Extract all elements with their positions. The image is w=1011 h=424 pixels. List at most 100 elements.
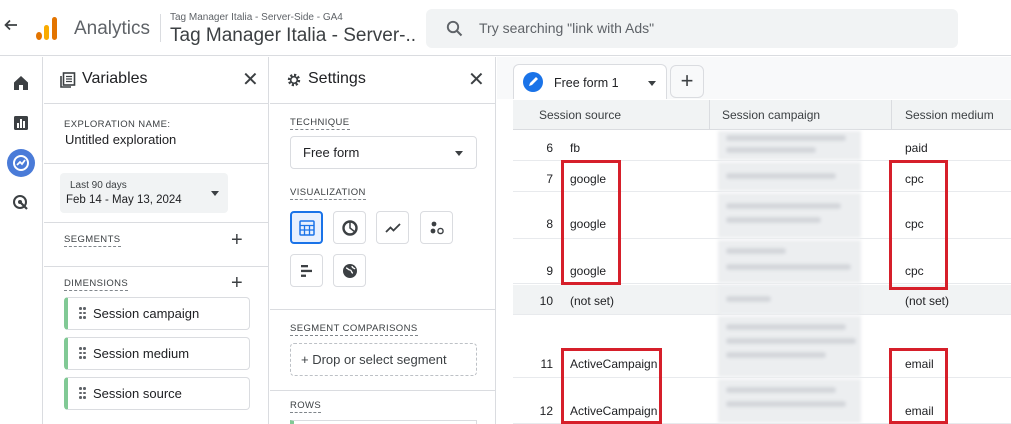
table-row[interactable]: 6 fb paid <box>513 131 1011 161</box>
divider <box>44 266 268 267</box>
rows-label: ROWS <box>290 400 322 413</box>
dimension-label: Session source <box>93 386 182 401</box>
technique-label: TECHNIQUE <box>290 117 350 130</box>
top-bar: Analytics Tag Manager Italia - Server-Si… <box>0 0 1011 56</box>
column-divider <box>891 100 892 129</box>
table-icon[interactable] <box>290 211 323 244</box>
exploration-canvas: Free form 1 + Session source Session cam… <box>497 57 1011 424</box>
dimension-chip-session-source[interactable]: Session source <box>64 377 250 410</box>
visualization-label: VISUALIZATION <box>290 187 366 200</box>
drag-handle-icon[interactable] <box>79 387 87 399</box>
divider <box>270 103 495 104</box>
search-input[interactable]: Try searching "link with Ads" <box>479 20 654 36</box>
blurred-campaign-cell <box>718 193 861 238</box>
close-icon[interactable]: ✕ <box>468 70 485 90</box>
home-icon[interactable] <box>7 69 35 97</box>
scatter-chart-icon[interactable] <box>420 211 453 244</box>
highlight-box-google <box>561 160 621 285</box>
geo-map-icon[interactable] <box>333 254 366 287</box>
blurred-campaign-cell <box>718 285 861 314</box>
divider <box>160 14 161 42</box>
property-selector[interactable]: Tag Manager Italia - Server-... <box>170 25 415 47</box>
variables-header: Variables ✕ <box>44 57 268 103</box>
chevron-down-icon[interactable] <box>648 81 656 86</box>
column-divider <box>709 100 710 129</box>
row-index: 8 <box>546 217 553 231</box>
settings-header: Settings ✕ <box>270 57 495 103</box>
exploration-name-label: EXPLORATION NAME: <box>64 119 171 130</box>
row-index: 9 <box>546 264 553 278</box>
divider <box>44 222 268 223</box>
drop-segment-target[interactable]: + Drop or select segment <box>290 343 477 376</box>
date-range-selector[interactable]: Last 90 days Feb 14 - May 13, 2024 <box>60 173 228 213</box>
segment-comparisons-label: SEGMENT COMPARISONS <box>290 323 418 336</box>
column-header-session-medium[interactable]: Session medium <box>905 108 994 122</box>
highlight-box-activecampaign <box>561 348 662 424</box>
blurred-campaign-cell <box>718 316 861 377</box>
search-icon <box>446 20 463 37</box>
highlight-box-email <box>889 348 948 424</box>
dimension-chip-session-medium[interactable]: Session medium <box>64 337 250 370</box>
explore-icon[interactable] <box>7 149 35 177</box>
rows-drop-target[interactable] <box>290 420 477 424</box>
chevron-down-icon <box>455 151 463 156</box>
reports-icon[interactable] <box>7 109 35 137</box>
settings-title: Settings <box>308 70 366 87</box>
arrow-left-icon[interactable] <box>2 18 20 38</box>
date-range-value: Feb 14 - May 13, 2024 <box>66 194 182 206</box>
drop-segment-label: + Drop or select segment <box>301 352 447 367</box>
settings-panel: Settings ✕ TECHNIQUE Free form VISUALIZA… <box>270 57 496 424</box>
bar-chart-icon[interactable] <box>290 254 323 287</box>
session-medium-cell: paid <box>905 141 928 155</box>
divider <box>44 103 268 104</box>
row-index: 6 <box>546 141 553 155</box>
close-icon[interactable]: ✕ <box>242 70 259 90</box>
technique-select[interactable]: Free form <box>290 136 477 169</box>
line-chart-icon[interactable] <box>376 211 409 244</box>
donut-chart-icon[interactable] <box>333 211 366 244</box>
gear-icon <box>287 73 301 87</box>
blurred-campaign-cell <box>718 240 861 283</box>
dimension-label: Session campaign <box>93 306 200 321</box>
column-header-session-source[interactable]: Session source <box>539 108 621 122</box>
add-segment-icon[interactable]: + <box>231 230 243 250</box>
add-dimension-icon[interactable]: + <box>231 273 243 293</box>
analytics-logo-icon[interactable] <box>36 16 58 40</box>
session-medium-cell: (not set) <box>905 294 950 308</box>
blurred-campaign-cell <box>718 162 861 191</box>
blurred-campaign-cell <box>718 131 861 160</box>
chevron-down-icon <box>211 191 219 196</box>
search-bar[interactable]: Try searching "link with Ads" <box>426 9 958 48</box>
column-header-session-campaign[interactable]: Session campaign <box>722 108 820 122</box>
variables-title: Variables <box>82 70 148 87</box>
pencil-icon[interactable] <box>523 72 543 92</box>
session-source-cell: fb <box>570 141 581 155</box>
variables-icon <box>60 72 76 88</box>
segments-label: SEGMENTS <box>64 234 121 247</box>
dimension-label: Session medium <box>93 346 190 361</box>
row-index: 10 <box>539 294 553 308</box>
row-index: 12 <box>539 404 553 418</box>
add-tab-button[interactable]: + <box>670 65 704 98</box>
dimensions-label: DIMENSIONS <box>64 278 129 291</box>
highlight-box-cpc <box>889 160 948 290</box>
app-name: Analytics <box>74 18 151 39</box>
account-path[interactable]: Tag Manager Italia - Server-Side - GA4 <box>170 12 343 23</box>
technique-value: Free form <box>303 145 360 160</box>
exploration-name[interactable]: Untitled exploration <box>65 132 176 147</box>
table-header: Session source Session campaign Session … <box>513 100 1011 130</box>
variables-panel: Variables ✕ EXPLORATION NAME: Untitled e… <box>44 57 269 424</box>
drag-handle-icon[interactable] <box>79 307 87 319</box>
divider <box>270 309 495 310</box>
session-source-cell: (not set) <box>570 294 615 308</box>
row-index: 11 <box>540 357 553 371</box>
left-nav-rail <box>0 57 43 424</box>
divider <box>270 390 495 391</box>
drag-handle-icon[interactable] <box>79 347 87 359</box>
tab-label: Free form 1 <box>554 76 619 90</box>
divider <box>44 163 268 164</box>
tab-free-form-1[interactable]: Free form 1 <box>513 64 667 99</box>
advertising-icon[interactable] <box>7 189 35 217</box>
dimension-chip-session-campaign[interactable]: Session campaign <box>64 297 250 330</box>
tab-strip: Free form 1 + <box>497 57 1011 99</box>
